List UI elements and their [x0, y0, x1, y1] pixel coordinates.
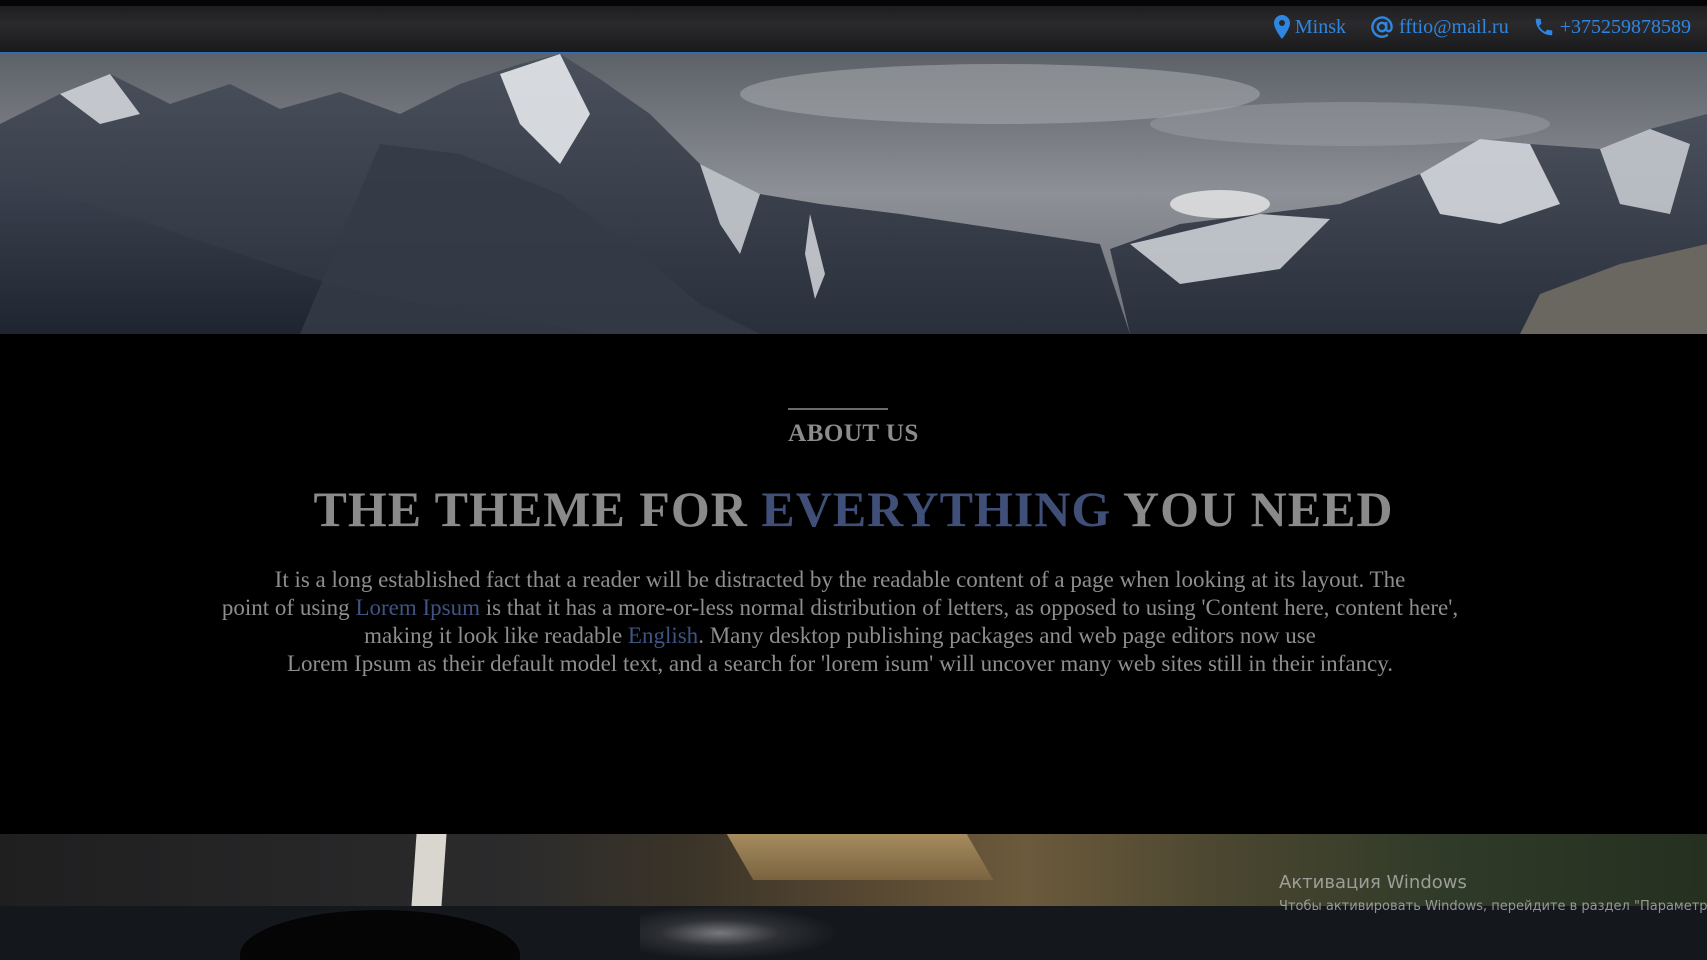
heading-text-end: YOU NEED [1111, 481, 1394, 537]
about-paragraph: It is a long established fact that a rea… [150, 566, 1530, 678]
bottom-banner-image [0, 906, 1707, 960]
phone-link[interactable]: +375259878589 [1533, 16, 1691, 39]
at-sign-icon [1371, 16, 1393, 38]
paragraph-text: is that it has a more-or-less normal dis… [480, 595, 1459, 620]
paragraph-line-3: making it look like readable English. Ma… [150, 622, 1530, 650]
location-text: Minsk [1294, 15, 1347, 38]
smoke [640, 906, 840, 960]
lorem-ipsum-link[interactable]: Lorem Ipsum [355, 595, 480, 620]
paragraph-text: point of using [221, 595, 356, 620]
silhouette [240, 910, 520, 960]
about-section: ABOUT US THE THEME FOR EVERYTHING YOU NE… [0, 334, 1707, 834]
watermark-subtitle: Чтобы активировать Windows, перейдите в … [1279, 899, 1707, 914]
map-pin-icon [1273, 15, 1290, 39]
heading-text-start: THE THEME FOR [313, 481, 762, 537]
email-text: fftio@mail.ru [1399, 15, 1509, 38]
windows-activation-watermark: Активация Windows Чтобы активировать Win… [1279, 872, 1707, 914]
top-contact-bar: Minsk fftio@mail.ru +375259878589 [0, 0, 1707, 54]
road-marking [411, 834, 447, 906]
paragraph-line-4: Lorem Ipsum as their default model text,… [286, 651, 1394, 676]
paragraph-line-1: It is a long established fact that a rea… [274, 567, 1406, 592]
watermark-title: Активация Windows [1279, 872, 1467, 893]
paragraph-text: . Many desktop publishing packages and w… [698, 623, 1316, 648]
phone-icon [1535, 18, 1552, 36]
heading-accent-word: EVERYTHING [761, 481, 1112, 537]
page: Minsk fftio@mail.ru +375259878589 ABOUT … [0, 0, 1707, 960]
paragraph-line-2: point of using Lorem Ipsum is that it ha… [150, 594, 1530, 622]
section-label: ABOUT US [788, 420, 919, 447]
english-link[interactable]: English [628, 623, 698, 648]
phone-text: +375259878589 [1559, 15, 1691, 38]
paragraph-text: making it look like readable [364, 623, 628, 648]
section-divider [788, 408, 888, 410]
guardrail [726, 834, 994, 880]
mountain-banner-image [0, 54, 1707, 334]
email-link[interactable]: fftio@mail.ru [1370, 15, 1509, 39]
section-heading: THE THEME FOR EVERYTHING YOU NEED [0, 480, 1707, 538]
location-link[interactable]: Minsk [1273, 15, 1347, 39]
